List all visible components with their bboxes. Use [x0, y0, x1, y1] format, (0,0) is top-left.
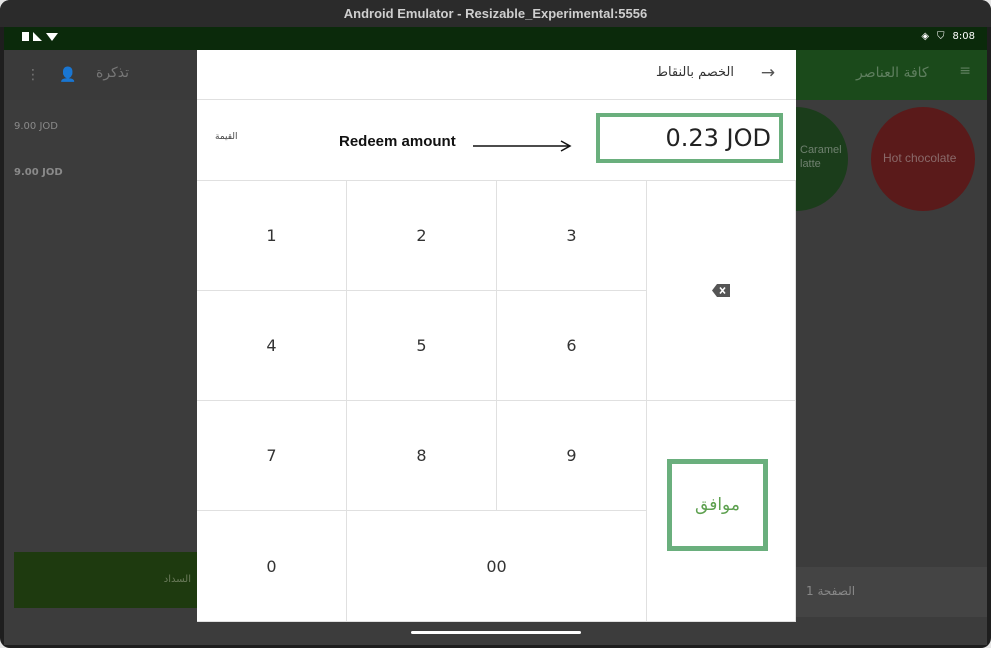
pay-button: السداد: [14, 552, 197, 608]
dialog-header: الخصم بالنقاط →: [197, 50, 796, 100]
key-9[interactable]: 9: [497, 401, 647, 511]
window-titlebar: Android Emulator - Resizable_Experimenta…: [0, 0, 991, 27]
ok-key[interactable]: موافق: [647, 401, 796, 622]
key-2[interactable]: 2: [347, 181, 497, 291]
amount-display[interactable]: 0.23 JOD: [596, 113, 783, 163]
product-caramel-latte: Caramel latte: [794, 107, 848, 211]
key-4-label: 4: [266, 336, 277, 355]
key-6[interactable]: 6: [497, 291, 647, 401]
key-9-label: 9: [566, 446, 577, 465]
add-customer-icon: 👤: [59, 67, 77, 83]
home-gesture-handle[interactable]: [411, 631, 581, 634]
key-6-label: 6: [566, 336, 577, 355]
shield-icon: ⛉: [937, 31, 945, 42]
device-screen: ◈ ⛉ 8:08 ⋮ 👤 تذكرة 9.00 JOD 9.00 JOD الس…: [4, 27, 987, 645]
ok-button[interactable]: موافق: [667, 459, 768, 551]
window-title: Android Emulator - Resizable_Experimenta…: [343, 6, 648, 21]
product-hot-chocolate: Hot chocolate: [871, 107, 975, 211]
ok-button-label: موافق: [695, 495, 740, 515]
category-header: كافة العناصر ≡: [796, 50, 987, 100]
key-4[interactable]: 4: [197, 291, 347, 401]
ticket-header: ⋮ 👤 تذكرة: [4, 50, 197, 100]
key-8-label: 8: [416, 446, 427, 465]
redeem-points-dialog: الخصم بالنقاط → القيمة Redeem amount 0.2…: [197, 50, 796, 622]
annotation-label: Redeem amount: [339, 133, 456, 150]
back-arrow-icon[interactable]: →: [758, 63, 778, 83]
product-hot-chocolate-label: Hot chocolate: [883, 151, 957, 165]
key-5-label: 5: [416, 336, 427, 355]
category-label: كافة العناصر: [856, 65, 929, 81]
notification-icon: [22, 32, 29, 41]
ticket-title: تذكرة: [96, 65, 129, 81]
value-label: القيمة: [215, 132, 238, 142]
key-8[interactable]: 8: [347, 401, 497, 511]
pay-button-label: السداد: [163, 574, 191, 585]
key-0-label: 0: [266, 556, 277, 576]
product-caramel-latte-label: Caramel latte: [800, 144, 842, 170]
key-00-label: 00: [486, 556, 507, 576]
status-icons-right: ◈ ⛉ 8:08: [921, 31, 975, 42]
backspace-icon: [712, 284, 730, 297]
annotation-arrow-icon: [473, 140, 572, 152]
dialog-title: الخصم بالنقاط: [655, 65, 734, 80]
key-3-label: 3: [566, 226, 577, 245]
rotate-icon: ◈: [921, 31, 930, 42]
key-1-label: 1: [266, 226, 277, 245]
key-00[interactable]: 00: [347, 511, 647, 622]
backspace-key[interactable]: [647, 181, 796, 401]
signal-icon: [33, 32, 42, 41]
page-label: الصفحة 1: [806, 584, 856, 598]
amount-row: القيمة Redeem amount 0.23 JOD: [197, 100, 796, 181]
page-indicator: الصفحة 1: [796, 567, 987, 617]
key-0[interactable]: 0: [197, 511, 347, 622]
status-bar: ◈ ⛉ 8:08: [4, 27, 987, 50]
emulator-window: Android Emulator - Resizable_Experimenta…: [0, 0, 991, 648]
status-icons-left: [22, 32, 58, 41]
menu-icon: ≡: [959, 63, 971, 79]
key-3[interactable]: 3: [497, 181, 647, 291]
order-total: 9.00 JOD: [14, 167, 63, 178]
order-line-amount: 9.00 JOD: [14, 121, 58, 132]
key-1[interactable]: 1: [197, 181, 347, 291]
key-5[interactable]: 5: [347, 291, 497, 401]
key-7-label: 7: [266, 446, 277, 465]
wifi-icon: [46, 32, 58, 41]
more-icon: ⋮: [26, 67, 40, 83]
key-7[interactable]: 7: [197, 401, 347, 511]
clock-time: 8:08: [952, 31, 975, 42]
key-2-label: 2: [416, 226, 427, 245]
amount-value: 0.23 JOD: [665, 124, 771, 152]
